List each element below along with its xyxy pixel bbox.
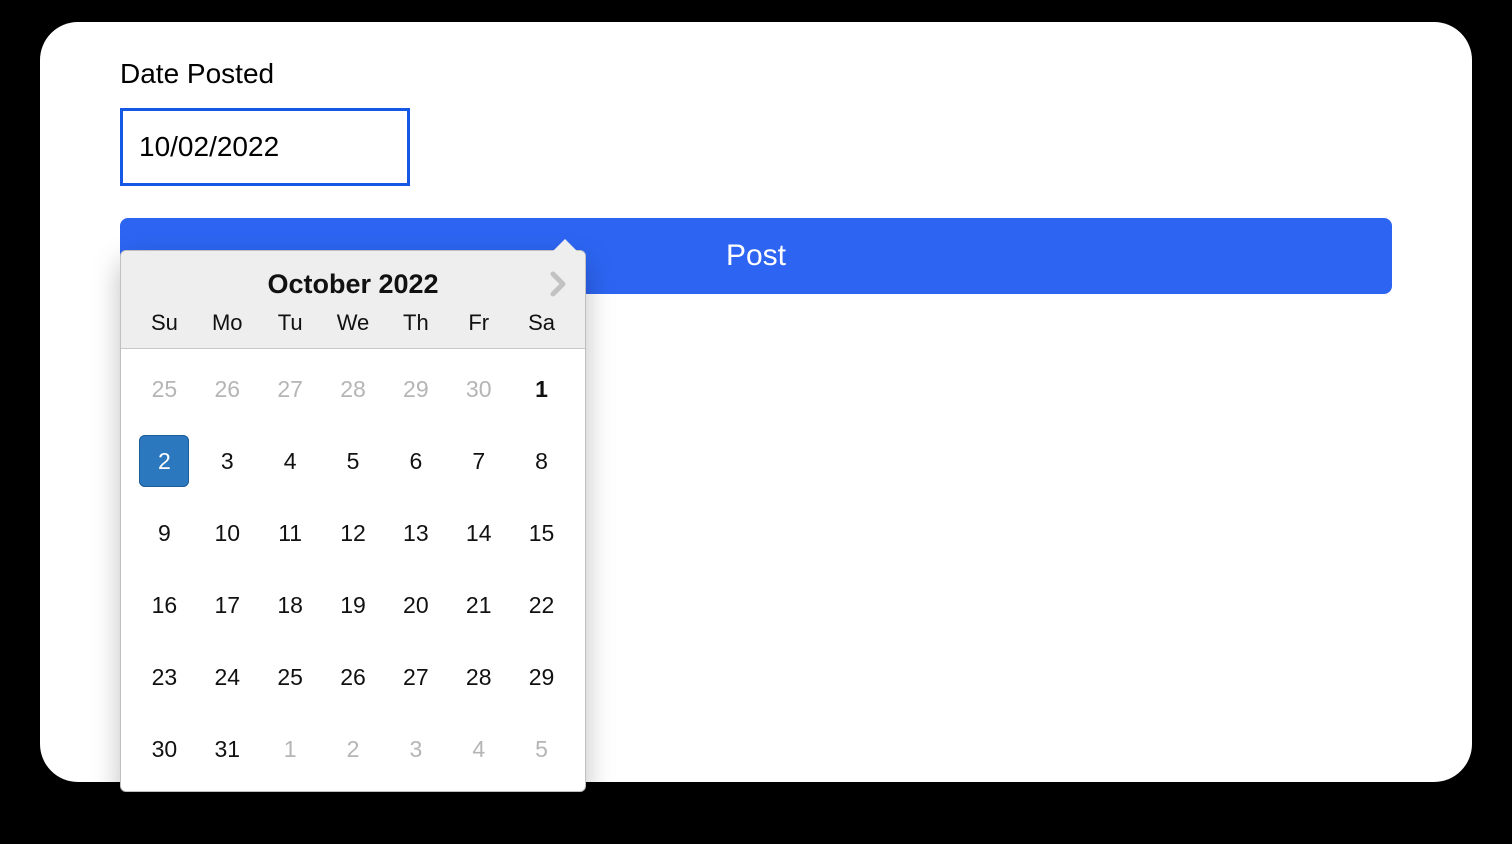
calendar-day[interactable]: 4 — [259, 441, 322, 481]
datepicker-header: October 2022 Su Mo Tu We Th Fr Sa — [121, 251, 585, 349]
next-month-button[interactable] — [543, 269, 573, 299]
dow-cell: Th — [384, 310, 447, 336]
calendar-day[interactable]: 26 — [322, 657, 385, 697]
calendar-day[interactable]: 1 — [259, 729, 322, 769]
popover-arrow-icon — [553, 239, 577, 251]
datepicker-month-title: October 2022 — [133, 263, 573, 310]
calendar-day[interactable]: 25 — [133, 369, 196, 409]
calendar-day[interactable]: 25 — [259, 657, 322, 697]
date-input-wrap — [120, 108, 410, 186]
calendar-day[interactable]: 16 — [133, 585, 196, 625]
calendar-day[interactable]: 2 — [133, 441, 196, 481]
calendar-day[interactable]: 30 — [133, 729, 196, 769]
calendar-day[interactable]: 3 — [196, 441, 259, 481]
calendar-day[interactable]: 29 — [510, 657, 573, 697]
datepicker-popover: October 2022 Su Mo Tu We Th Fr Sa 252627… — [120, 250, 586, 792]
date-posted-label: Date Posted — [120, 58, 1392, 90]
calendar-day[interactable]: 12 — [322, 513, 385, 553]
calendar-day[interactable]: 13 — [384, 513, 447, 553]
calendar-day[interactable]: 9 — [133, 513, 196, 553]
calendar-day[interactable]: 21 — [447, 585, 510, 625]
calendar-day[interactable]: 27 — [384, 657, 447, 697]
calendar-day[interactable]: 27 — [259, 369, 322, 409]
calendar-day[interactable]: 24 — [196, 657, 259, 697]
dow-cell: We — [322, 310, 385, 336]
dow-cell: Tu — [259, 310, 322, 336]
calendar-day[interactable]: 14 — [447, 513, 510, 553]
calendar-day[interactable]: 5 — [510, 729, 573, 769]
calendar-day[interactable]: 6 — [384, 441, 447, 481]
dow-cell: Fr — [447, 310, 510, 336]
dow-cell: Sa — [510, 310, 573, 336]
calendar-day[interactable]: 26 — [196, 369, 259, 409]
calendar-day[interactable]: 1 — [510, 369, 573, 409]
dow-cell: Su — [133, 310, 196, 336]
calendar-day[interactable]: 7 — [447, 441, 510, 481]
calendar-day[interactable]: 30 — [447, 369, 510, 409]
dow-cell: Mo — [196, 310, 259, 336]
calendar-day[interactable]: 20 — [384, 585, 447, 625]
calendar-day[interactable]: 31 — [196, 729, 259, 769]
calendar-day[interactable]: 8 — [510, 441, 573, 481]
calendar-day[interactable]: 23 — [133, 657, 196, 697]
datepicker-grid: 2526272829301234567891011121314151617181… — [133, 369, 573, 769]
chevron-right-icon — [549, 271, 567, 297]
calendar-day[interactable]: 22 — [510, 585, 573, 625]
form-card: Date Posted Post October 2022 Su Mo Tu W… — [40, 22, 1472, 782]
date-posted-input[interactable] — [120, 108, 410, 186]
calendar-day[interactable]: 5 — [322, 441, 385, 481]
calendar-day[interactable]: 10 — [196, 513, 259, 553]
calendar-day[interactable]: 4 — [447, 729, 510, 769]
calendar-day[interactable]: 19 — [322, 585, 385, 625]
datepicker-body: 2526272829301234567891011121314151617181… — [121, 349, 585, 791]
calendar-day[interactable]: 18 — [259, 585, 322, 625]
calendar-day[interactable]: 29 — [384, 369, 447, 409]
datepicker-dow-row: Su Mo Tu We Th Fr Sa — [133, 310, 573, 342]
calendar-day[interactable]: 17 — [196, 585, 259, 625]
calendar-day[interactable]: 11 — [259, 513, 322, 553]
calendar-day[interactable]: 2 — [322, 729, 385, 769]
calendar-day[interactable]: 15 — [510, 513, 573, 553]
calendar-day[interactable]: 3 — [384, 729, 447, 769]
calendar-day[interactable]: 28 — [322, 369, 385, 409]
calendar-day[interactable]: 28 — [447, 657, 510, 697]
